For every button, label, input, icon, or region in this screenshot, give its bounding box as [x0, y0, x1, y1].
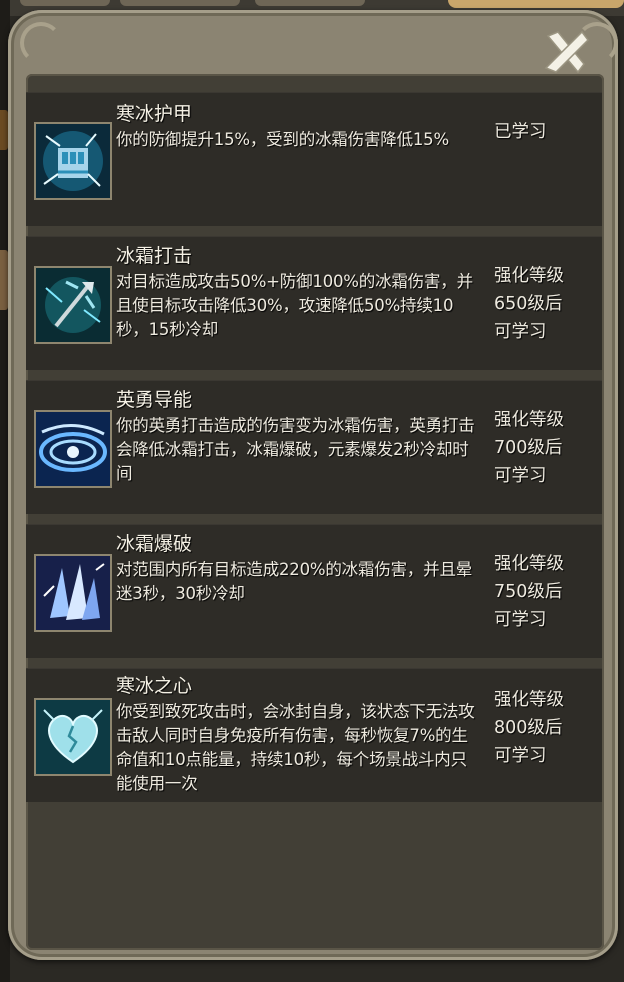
skill-description: 你的英勇打击造成的伤害变为冰霜伤害，英勇打击会降低冰霜打击，冰霜爆破，元素爆发2…	[116, 416, 475, 483]
frost-strike-trident-icon	[34, 266, 112, 344]
background-left-decoration	[0, 250, 8, 310]
skill-name: 寒冰护甲	[116, 103, 193, 125]
ice-shards-icon	[34, 554, 112, 632]
skill-row[interactable]: 冰霜爆破 对范围内所有目标造成220%的冰霜伤害，并且晕迷3秒，30秒冷却 强化…	[26, 524, 602, 658]
frozen-heart-icon	[34, 698, 112, 776]
background-button	[448, 0, 624, 8]
skill-description: 对范围内所有目标造成220%的冰霜伤害，并且晕迷3秒，30秒冷却	[116, 560, 473, 603]
skill-row[interactable]: 寒冰之心 你受到致死攻击时，会冰封自身，该状态下无法攻击敌人同时自身免疫所有伤害…	[26, 668, 602, 802]
background-tab	[120, 0, 240, 6]
background-left-decoration	[0, 110, 8, 150]
background-tab	[255, 0, 365, 6]
skill-description: 对目标造成攻击50%+防御100%的冰霜伤害，并且使目标攻击降低30%，攻速降低…	[116, 272, 473, 339]
frost-armor-fist-icon	[34, 122, 112, 200]
skill-status: 强化等级 650级后 可学习	[494, 266, 564, 342]
frost-swirl-icon	[34, 410, 112, 488]
skill-status: 已学习	[494, 122, 547, 142]
close-button[interactable]	[538, 24, 594, 80]
skill-name: 英勇导能	[116, 389, 193, 411]
skill-description: 你受到致死攻击时，会冰封自身，该状态下无法攻击敌人同时自身免疫所有伤害，每秒恢复…	[116, 702, 475, 793]
skill-row[interactable]: 寒冰护甲 你的防御提升15%，受到的冰霜伤害降低15% 已学习	[26, 92, 602, 226]
skill-row[interactable]: 英勇导能 你的英勇打击造成的伤害变为冰霜伤害，英勇打击会降低冰霜打击，冰霜爆破，…	[26, 380, 602, 514]
skill-description: 你的防御提升15%，受到的冰霜伤害降低15%	[116, 130, 449, 149]
corner-ornament	[20, 22, 62, 64]
skill-row[interactable]: 冰霜打击 对目标造成攻击50%+防御100%的冰霜伤害，并且使目标攻击降低30%…	[26, 236, 602, 370]
skill-status: 强化等级 750级后 可学习	[494, 554, 564, 630]
skill-name: 冰霜爆破	[116, 533, 193, 555]
close-x-icon	[544, 30, 589, 74]
skill-status: 强化等级 700级后 可学习	[494, 410, 564, 486]
skill-name: 冰霜打击	[116, 245, 193, 267]
skill-name: 寒冰之心	[116, 675, 193, 697]
skill-status: 强化等级 800级后 可学习	[494, 690, 564, 766]
background-tab	[20, 0, 110, 6]
